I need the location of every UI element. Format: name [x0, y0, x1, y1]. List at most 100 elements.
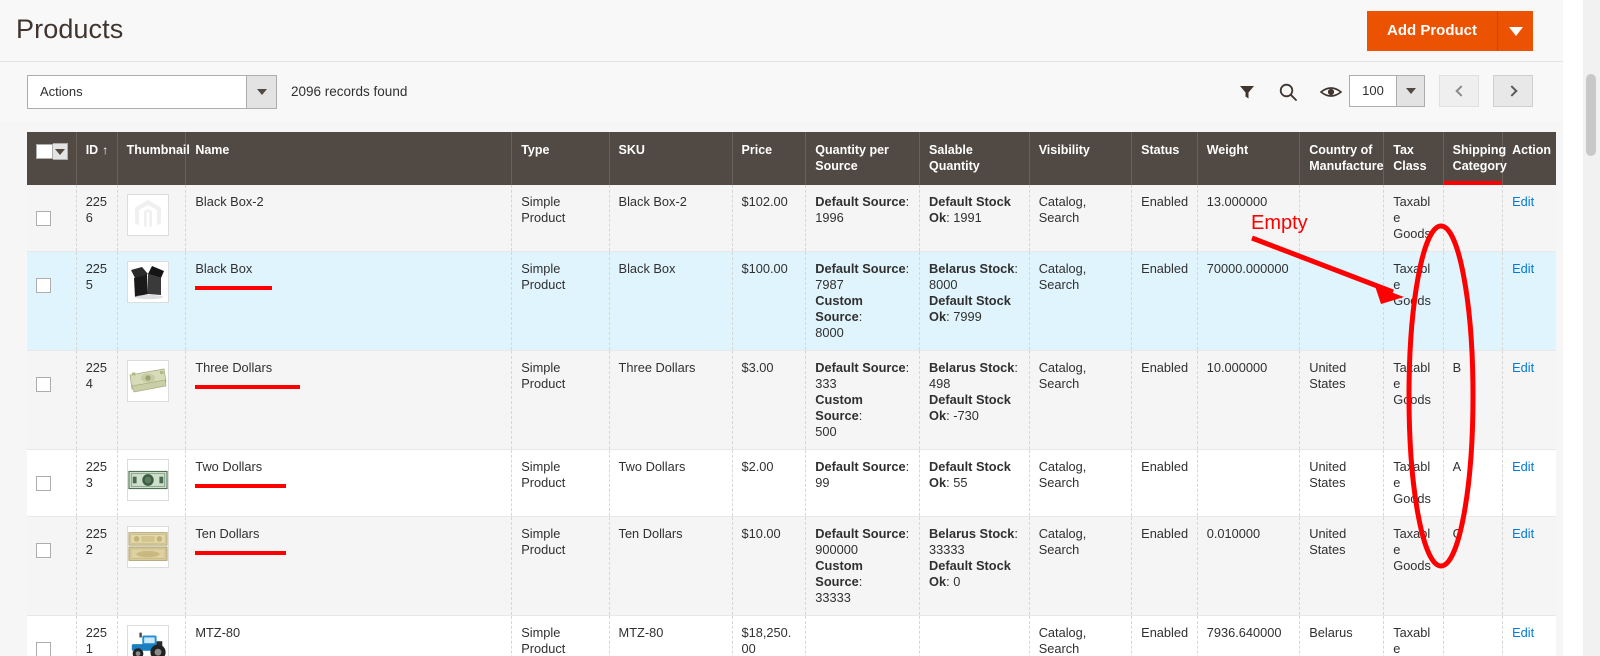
table-row[interactable]: 2254 Three Dollars Simple Product Three Dol… [27, 350, 1556, 451]
select-all-checkbox[interactable] [36, 144, 53, 159]
table-row[interactable]: 2256 Black Box-2 Simple Product Black Box-2… [27, 185, 1556, 253]
add-product-split-button: Add Product [1367, 11, 1533, 51]
row-select-checkbox[interactable] [36, 211, 51, 227]
row-select-checkbox[interactable] [36, 641, 51, 656]
cell-thumbnail [117, 251, 187, 352]
row-select-checkbox-cell [27, 615, 77, 656]
next-page-button[interactable] [1493, 75, 1533, 107]
column-header-thumbnail[interactable]: Thumbnail [117, 132, 190, 186]
cell-status: Enabled [1131, 449, 1198, 517]
cell-tax-class: Taxable Goods [1383, 185, 1444, 253]
product-name: Three Dollars [195, 360, 273, 376]
salable-quantity-line: Default Stock Ok: 0 [929, 557, 1011, 589]
per-page-select[interactable]: 100 [1349, 75, 1425, 107]
actions-select-label: Actions [40, 84, 83, 99]
column-header-price[interactable]: Price [732, 132, 807, 186]
vertical-scrollbar-track[interactable] [1583, 0, 1600, 656]
quantity-line: Custom Source: 8000 [815, 293, 863, 341]
row-select-checkbox-cell [27, 449, 77, 517]
column-header-salable-quantity[interactable]: Salable Quantity [919, 132, 1030, 186]
pagination-group: 100 [1349, 75, 1533, 107]
salable-quantity-line: Default Stock Ok: 1991 [929, 194, 1011, 226]
column-header-sku[interactable]: SKU [609, 132, 733, 186]
cell-quantity-per-source: Default Source: 333 Custom Source: 500 [805, 350, 921, 451]
cell-sku: Two Dollars [609, 449, 733, 517]
table-row[interactable]: 2255 Black Box Simple Product Black Box $100… [27, 251, 1556, 352]
product-name: MTZ-80 [195, 624, 241, 640]
column-header-status[interactable]: Status [1131, 132, 1198, 186]
grid-toolbar: Actions 2096 records found 100 [0, 62, 1563, 122]
chevron-right-icon [1505, 85, 1518, 97]
column-header-shipping-category[interactable]: Shipping Category [1443, 132, 1507, 186]
cell-action[interactable]: Edit [1502, 350, 1556, 451]
cell-shipping-category: G [1443, 516, 1504, 616]
cell-status: Enabled [1131, 516, 1198, 616]
column-header-visibility[interactable]: Visibility [1029, 132, 1133, 186]
edit-link[interactable]: Edit [1512, 261, 1534, 276]
cell-quantity-per-source: Default Source: 900000 Custom Source: 33333 [805, 516, 921, 616]
row-select-checkbox[interactable] [36, 278, 51, 294]
column-header-tax-class[interactable]: Tax Class [1383, 132, 1444, 186]
actions-select-arrow[interactable] [246, 76, 276, 108]
cell-action[interactable]: Edit [1502, 516, 1556, 616]
column-header-type[interactable]: Type [511, 132, 610, 186]
row-select-checkbox[interactable] [36, 543, 51, 558]
filter-icon[interactable] [1238, 83, 1256, 101]
eye-icon[interactable] [1320, 84, 1342, 100]
cell-visibility: Catalog, Search [1029, 185, 1133, 253]
vertical-scrollbar-thumb[interactable] [1586, 74, 1596, 156]
add-product-button[interactable]: Add Product [1367, 11, 1497, 51]
cell-status: Enabled [1131, 615, 1198, 656]
product-name: Two Dollars [195, 459, 263, 475]
row-select-checkbox[interactable] [36, 377, 51, 393]
cell-action[interactable]: Edit [1502, 615, 1556, 656]
select-all-dropdown[interactable] [52, 143, 68, 160]
cell-type: Simple Product [511, 251, 610, 352]
edit-link[interactable]: Edit [1512, 459, 1534, 474]
cell-action[interactable]: Edit [1502, 449, 1556, 517]
column-header-select-all[interactable] [27, 132, 77, 186]
page-title: Products [16, 14, 124, 44]
salable-quantity-line: Default Stock Ok: -730 [929, 392, 1011, 424]
column-header-name[interactable]: Name [185, 132, 513, 186]
cell-name: Ten Dollars [185, 516, 513, 616]
column-header-weight[interactable]: Weight [1197, 132, 1301, 186]
cell-country-of-manufacture: United States [1299, 350, 1385, 451]
edit-link[interactable]: Edit [1512, 194, 1534, 209]
cell-visibility: Catalog, Search [1029, 516, 1133, 616]
table-row[interactable]: 2251 MTZ-80 Simple Product MTZ-80 $18,250.00… [27, 615, 1556, 656]
table-row[interactable]: 2253 Two Dollars Simple Product Two Dollars… [27, 449, 1556, 517]
quantity-line: Default Source: 7987 [815, 261, 910, 293]
sort-ascending-icon: ↑ [102, 143, 109, 157]
cell-type: Simple Product [511, 516, 610, 616]
product-name: Black Box [195, 261, 253, 277]
product-name: Ten Dollars [195, 526, 260, 541]
cell-type: Simple Product [511, 615, 610, 656]
add-product-dropdown-toggle[interactable] [1497, 11, 1533, 51]
cell-action[interactable]: Edit [1502, 251, 1556, 352]
cell-tax-class: Taxable Goods [1383, 516, 1444, 616]
tractor-icon [126, 624, 169, 656]
cell-id: 2256 [76, 185, 118, 253]
cell-price: $102.00 [732, 185, 807, 253]
cell-action[interactable]: Edit [1502, 185, 1556, 253]
edit-link[interactable]: Edit [1512, 625, 1534, 640]
salable-quantity-line: Belarus Stock: 33333 [929, 526, 1018, 557]
cell-id: 2251 [76, 615, 118, 656]
cell-sku: Three Dollars [609, 350, 733, 451]
actions-select[interactable]: Actions [27, 75, 277, 109]
edit-link[interactable]: Edit [1512, 526, 1534, 541]
row-select-checkbox[interactable] [36, 476, 51, 492]
previous-page-button[interactable] [1439, 75, 1479, 107]
column-header-id[interactable]: ID ↑ [76, 132, 118, 186]
table-row[interactable]: 2252 Ten Dollars Simple Product Ten Dollars… [27, 516, 1556, 616]
row-select-checkbox-cell [27, 251, 77, 352]
quantity-line: Default Source: 333 [815, 360, 910, 392]
edit-link[interactable]: Edit [1512, 360, 1534, 375]
column-header-quantity-per-source[interactable]: Quantity per Source [805, 132, 921, 186]
per-page-arrow[interactable] [1396, 76, 1424, 106]
search-icon[interactable] [1278, 82, 1298, 102]
cell-weight: 7936.640000 [1197, 615, 1301, 656]
column-header-country-of-manufacture[interactable]: Country of Manufacture [1299, 132, 1385, 186]
cell-thumbnail [117, 449, 187, 517]
